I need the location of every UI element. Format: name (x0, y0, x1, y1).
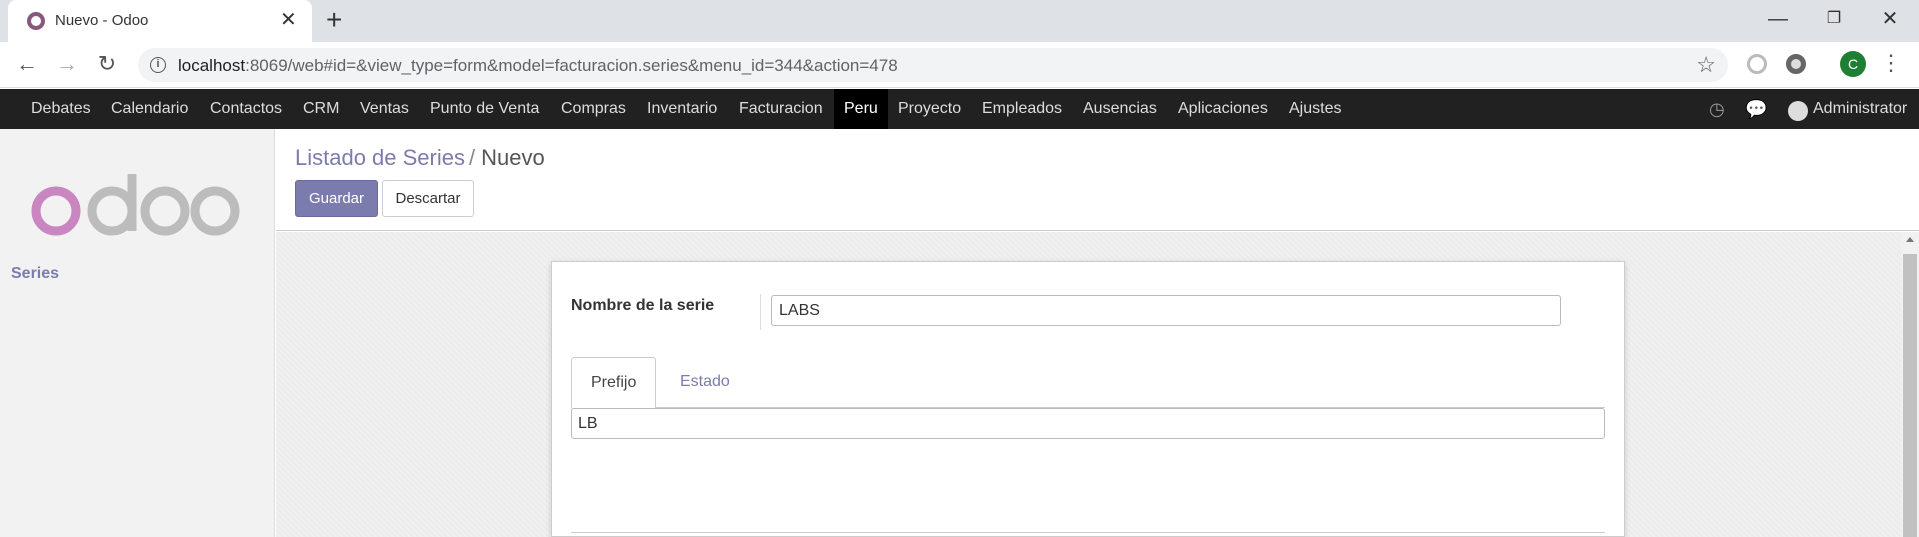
address-bar[interactable]: i localhost:8069/web#id=&view_type=form&… (138, 48, 1728, 82)
user-menu[interactable]: Administrator (1813, 89, 1907, 129)
menu-item-ajustes[interactable]: Ajustes (1279, 89, 1351, 129)
scrollbar[interactable] (1901, 232, 1919, 537)
reload-icon[interactable]: ↻ (92, 51, 122, 77)
series-name-input[interactable]: LABS (771, 295, 1561, 326)
arrow-left-icon[interactable]: ← (12, 51, 42, 77)
star-icon[interactable]: ☆ (1696, 52, 1716, 78)
odoo-favicon-icon (27, 12, 45, 30)
series-name-label: Nombre de la serie (571, 297, 715, 314)
menu-item-crm[interactable]: CRM (293, 89, 349, 129)
browser-tab-strip: Nuevo - Odoo ✕ + — ❐ ✕ (0, 0, 1919, 42)
restore-icon[interactable]: ❐ (1811, 6, 1857, 32)
menu-item-ventas[interactable]: Ventas (350, 89, 419, 129)
menu-item-empleados[interactable]: Empleados (972, 89, 1072, 129)
clock-icon[interactable]: ◷ (1709, 98, 1725, 120)
divider (571, 532, 1605, 533)
breadcrumb-separator: / (469, 145, 476, 170)
discard-button[interactable]: Descartar (382, 180, 474, 217)
control-panel: Listado de Series / Nuevo Guardar Descarta… (276, 129, 1919, 231)
menu-item-calendario[interactable]: Calendario (101, 89, 198, 129)
menu-item-compras[interactable]: Compras (551, 89, 636, 129)
window-close-icon[interactable]: ✕ (1867, 6, 1913, 32)
sidebar-item-series[interactable]: Series (11, 265, 59, 283)
more-vert-icon[interactable]: ⋮ (1880, 50, 1902, 76)
menu-item-facturacion[interactable]: Facturacion (729, 89, 833, 129)
menu-item-contactos[interactable]: Contactos (200, 89, 292, 129)
browser-toolbar: ← → ↻ i localhost:8069/web#id=&view_type… (0, 42, 1919, 88)
main-menu-bar: Debates Calendario Contactos CRM Ventas … (0, 89, 1919, 129)
new-tab-icon[interactable]: + (326, 6, 342, 34)
odoo-logo[interactable] (30, 169, 240, 239)
arrow-right-icon[interactable]: → (52, 51, 82, 77)
extension-icon[interactable] (1747, 54, 1767, 74)
menu-item-debates[interactable]: Debates (21, 89, 101, 129)
label-divider (760, 294, 761, 330)
extension-icon[interactable] (1786, 54, 1806, 74)
menu-item-ausencias[interactable]: Ausencias (1073, 89, 1167, 129)
info-icon[interactable]: i (150, 57, 166, 73)
menu-item-proyecto[interactable]: Proyecto (888, 89, 971, 129)
breadcrumb: Listado de Series / Nuevo (295, 145, 545, 171)
profile-avatar[interactable]: C (1840, 51, 1866, 77)
url-text: localhost:8069/web#id=&view_type=form&mo… (178, 56, 898, 75)
form-sheet: Nombre de la serie LABS Prefijo Estado L… (551, 261, 1625, 537)
browser-tab[interactable]: Nuevo - Odoo ✕ (8, 0, 312, 42)
notebook-tabs: Prefijo Estado (571, 357, 1605, 409)
prefix-input[interactable]: LB (571, 408, 1605, 439)
user-avatar[interactable] (1788, 101, 1808, 121)
menu-item-punto-de-venta[interactable]: Punto de Venta (420, 89, 549, 129)
sidebar: Series (0, 129, 275, 537)
scroll-up-icon[interactable] (1906, 237, 1914, 242)
close-tab-icon[interactable]: ✕ (280, 9, 297, 31)
menu-item-aplicaciones[interactable]: Aplicaciones (1168, 89, 1278, 129)
minimize-icon[interactable]: — (1755, 6, 1801, 32)
tab-prefijo[interactable]: Prefijo (571, 357, 657, 409)
tab-estado[interactable]: Estado (661, 357, 749, 408)
menu-item-peru[interactable]: Peru (834, 89, 888, 129)
save-button[interactable]: Guardar (295, 180, 378, 217)
breadcrumb-current: Nuevo (481, 145, 545, 170)
menu-item-inventario[interactable]: Inventario (637, 89, 727, 129)
tab-title: Nuevo - Odoo (55, 12, 149, 29)
scrollbar-thumb[interactable] (1903, 254, 1917, 537)
chat-icon[interactable]: 💬 (1745, 98, 1767, 120)
breadcrumb-parent-link[interactable]: Listado de Series (295, 145, 465, 170)
